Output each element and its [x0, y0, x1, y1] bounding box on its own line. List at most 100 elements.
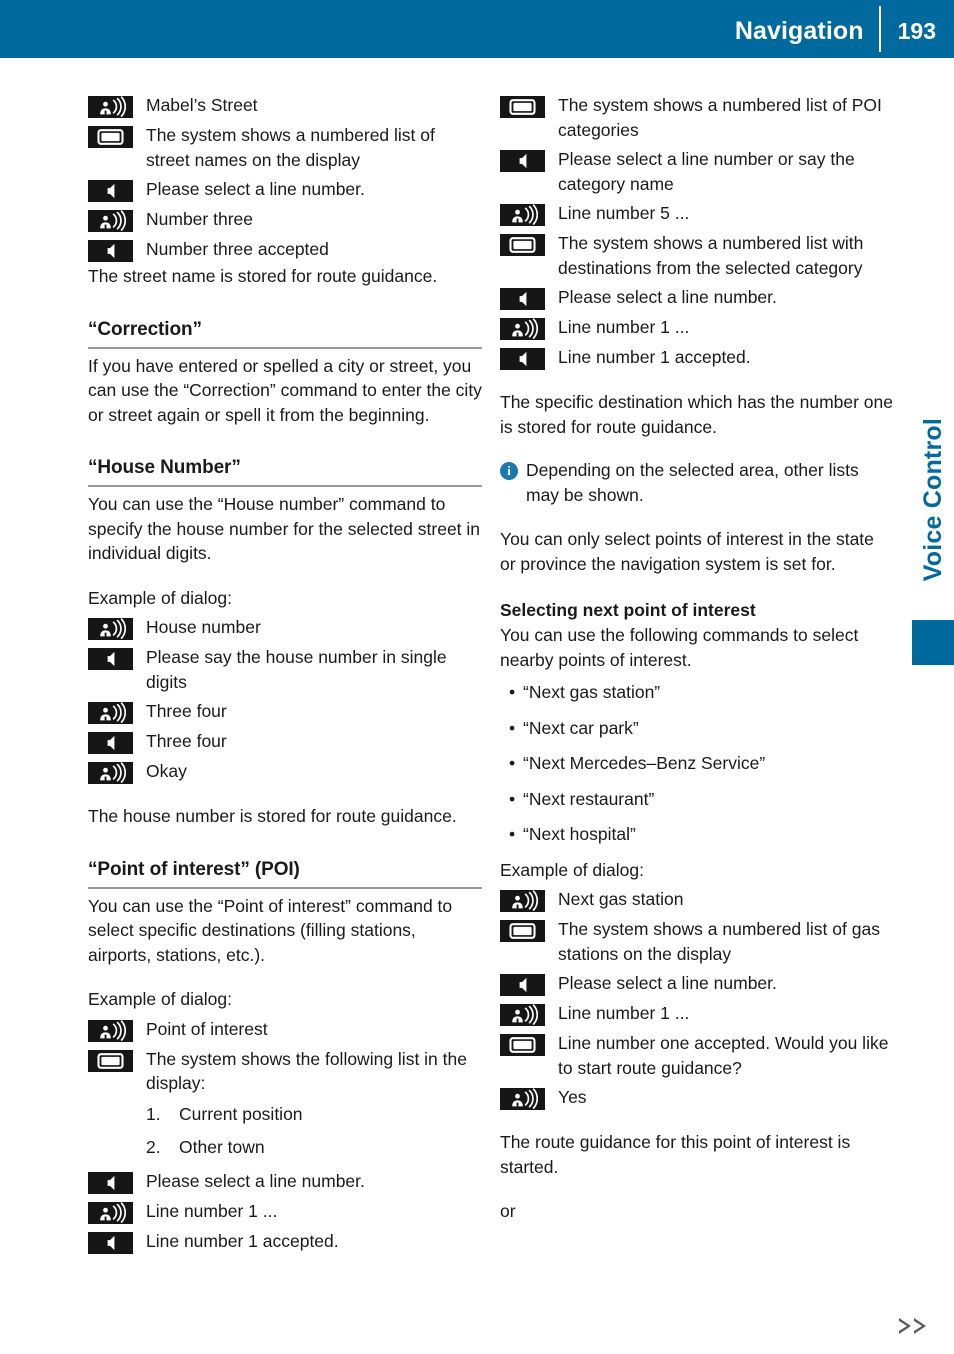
street-stored-note: The street name is stored for route guid… — [88, 266, 438, 286]
user-speaking-icon — [500, 201, 545, 226]
loudspeaker-icon — [500, 971, 545, 996]
dialog-poi-before-list: Point of interest The system shows the fo… — [88, 1017, 482, 1096]
dialog-row-text: Mabel’s Street — [146, 95, 258, 115]
loudspeaker-icon-glyph — [500, 150, 545, 172]
user-speaking-icon-glyph — [88, 1019, 133, 1042]
subheading-selecting-next-poi: Selecting next point of interest — [500, 600, 756, 620]
page-title: Navigation — [734, 16, 864, 45]
display-screen-icon — [500, 93, 545, 118]
dialog-row-text: Please select a line number or say the c… — [558, 149, 855, 194]
dialog-row-text: Line number 1 ... — [146, 1200, 278, 1221]
dialog-row-text: Please select a line number. — [558, 973, 777, 993]
dialog-row-text: Please select a line number. — [146, 1170, 365, 1191]
dialog-row: Okay — [88, 759, 482, 784]
user-speaking-icon — [88, 1017, 133, 1042]
dialog-row-text: Line number 1 accepted. — [558, 347, 751, 367]
continuation-arrow-1 — [899, 1318, 911, 1334]
loudspeaker-icon-glyph — [88, 1231, 133, 1254]
user-speaking-icon-glyph — [500, 890, 545, 912]
loudspeaker-icon-glyph — [88, 1171, 133, 1194]
loudspeaker-icon-glyph — [500, 974, 545, 996]
dialog-row: Line number 1 ... — [500, 315, 894, 340]
loudspeaker-icon-glyph — [500, 288, 545, 310]
correction-body: If you have entered or spelled a city or… — [88, 355, 482, 425]
dialog-street-name: Mabel’s Street The system shows a numbere… — [88, 93, 482, 262]
dialog-row: Yes — [500, 1085, 894, 1110]
info-note: i Depending on the selected area, other … — [500, 458, 894, 507]
dialog-row-text: The system shows a numbered list of POI … — [558, 95, 882, 140]
bullet-icon: • — [509, 788, 516, 809]
next-poi-body: You can use the following commands to se… — [500, 625, 859, 670]
dialog-row: Line number 1 accepted. — [88, 1229, 482, 1254]
dialog-row-text: Line number 1 ... — [558, 317, 690, 337]
dialog-row-text: The system shows the following list in t… — [146, 1048, 467, 1094]
poi-example-label: Example of dialog: — [88, 989, 232, 1009]
list-item-label: “Next Mercedes–Benz Service” — [523, 753, 766, 773]
user-speaking-icon — [500, 1085, 545, 1110]
bullet-icon: • — [509, 717, 516, 738]
dialog-row: Next gas station — [500, 887, 894, 912]
poi-display-list: 1. Current position 2. Other town — [146, 1102, 482, 1160]
user-speaking-icon — [88, 93, 133, 118]
list-item: • “Next car park” — [500, 716, 894, 741]
user-speaking-icon-glyph — [500, 318, 545, 340]
page-number: 193 — [897, 17, 936, 44]
dialog-row: The system shows a numbered list with de… — [500, 231, 894, 280]
dialog-row: Number three — [88, 207, 482, 232]
info-note-text: Depending on the selected area, other li… — [526, 460, 859, 505]
dialog-row: Three four — [88, 699, 482, 724]
bullet-icon: • — [509, 682, 516, 702]
dialog-row: Line number 1 ... — [500, 1001, 894, 1026]
dialog-row-text: Point of interest — [146, 1018, 268, 1039]
list-item-label: “Next car park” — [523, 717, 639, 738]
loudspeaker-icon — [88, 729, 133, 754]
user-speaking-icon — [500, 315, 545, 340]
dialog-row: Please select a line number. — [88, 1169, 482, 1194]
loudspeaker-icon — [500, 147, 545, 172]
dialog-row: House number — [88, 615, 482, 640]
loudspeaker-icon — [500, 345, 545, 370]
dialog-row-text: Number three accepted — [146, 239, 329, 259]
loudspeaker-icon — [88, 237, 133, 262]
continuation-arrow-2 — [914, 1318, 926, 1334]
dialog-row-text: House number — [146, 617, 261, 637]
dialog-row: Line number one accepted. Would you like… — [500, 1031, 894, 1080]
section-heading-correction-text: “Correction” — [88, 318, 202, 340]
list-item: • “Next hospital” — [500, 822, 894, 847]
poi-body: You can use the “Point of interest” comm… — [88, 895, 453, 965]
dialog-row-text: Please say the house number in single di… — [146, 647, 447, 692]
dialog-row: Please select a line number. — [500, 285, 894, 310]
display-screen-icon-glyph — [88, 1049, 133, 1072]
display-screen-icon-glyph — [500, 1034, 545, 1056]
dialog-poi-continued: The system shows a numbered list of POI … — [500, 93, 894, 370]
house-number-body: You can use the “House number” command t… — [88, 494, 481, 563]
dialog-row-text: Line number 5 ... — [558, 203, 690, 223]
list-item-label: Other town — [179, 1137, 265, 1157]
dialog-row-text: Line number 1 accepted. — [146, 1230, 339, 1251]
dialog-row: Line number 1 accepted. — [500, 345, 894, 370]
user-speaking-icon-glyph — [500, 1004, 545, 1026]
dialog-row: Point of interest — [88, 1017, 482, 1042]
dialog-row: Line number 5 ... — [500, 201, 894, 226]
display-screen-icon — [500, 1031, 545, 1056]
display-screen-icon — [88, 123, 133, 148]
loudspeaker-icon-glyph — [88, 648, 133, 670]
loudspeaker-icon — [88, 177, 133, 202]
list-item-number: 1. — [146, 1103, 161, 1124]
section-heading-poi: “Point of interest” (POI) — [88, 859, 482, 889]
list-item-label: “Next hospital” — [523, 824, 636, 844]
dialog-row: The system shows a numbered list of POI … — [500, 93, 894, 142]
display-screen-icon-glyph — [500, 920, 545, 942]
loudspeaker-icon-glyph — [88, 240, 133, 262]
dialog-row-text: Number three — [146, 209, 253, 229]
section-heading-correction: “Correction” — [88, 319, 482, 349]
dialog-row: Number three accepted — [88, 237, 482, 262]
state-restriction-note: You can only select points of interest i… — [500, 529, 874, 574]
list-item: • “Next gas station” — [500, 680, 894, 705]
dialog-row: Please select a line number. — [500, 971, 894, 996]
list-item-label: “Next gas station” — [523, 682, 661, 702]
user-speaking-icon — [88, 615, 133, 640]
section-heading-house-number: “House Number” — [88, 457, 482, 487]
display-screen-icon-glyph — [500, 96, 545, 118]
dialog-row-text: Line number one accepted. Would you like… — [558, 1033, 889, 1078]
